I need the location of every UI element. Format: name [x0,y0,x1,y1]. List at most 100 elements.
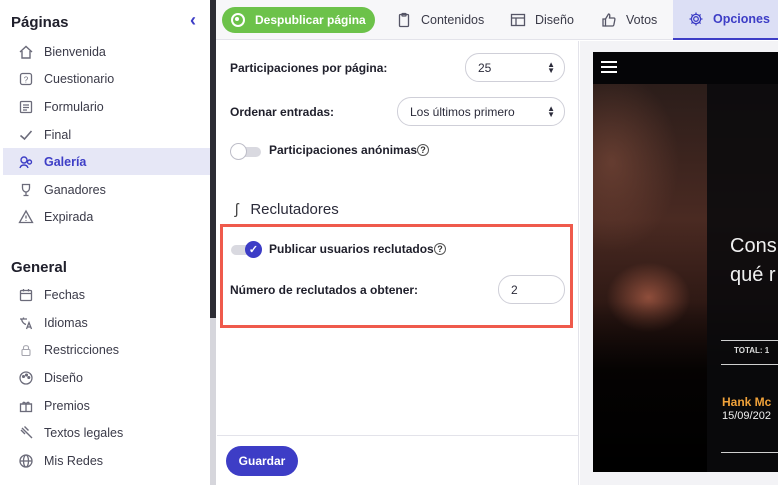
sidebar-item-label: Ganadores [44,182,106,197]
order-select[interactable]: Los últimos primero ▲ ▼ [397,97,565,126]
translate-icon [17,314,35,332]
sidebar-item-label: Premios [44,398,90,413]
divider [721,364,778,365]
sidebar-item-label: Textos legales [44,425,124,440]
top-toolbar: Despublicar página Contenidos Diseño Vot… [216,0,778,40]
sidebar-item-label: Expirada [44,209,94,224]
question-icon: ? [17,70,35,88]
sidebar-item-fechas[interactable]: Fechas [3,281,211,308]
pages-section-title: Páginas [11,14,69,31]
hook-icon: ʃ [235,201,239,218]
sidebar-item-bienvenida[interactable]: Bienvenida [3,38,211,65]
unpublish-button[interactable]: Despublicar página [222,7,375,33]
sidebar-item-label: Mis Redes [44,453,104,468]
gallery-icon [17,153,35,171]
sidebar-scrollbar-thumb[interactable] [210,0,216,318]
tab-votos[interactable]: Votos [601,0,657,40]
tab-label: Diseño [535,13,574,27]
sidebar-item-final[interactable]: Final [3,121,211,148]
order-label: Ordenar entradas: [230,105,335,119]
clipboard-icon [398,12,410,28]
tab-opciones[interactable]: Opciones [673,0,778,40]
sidebar-item-label: Fechas [44,287,85,302]
sidebar-item-restricciones[interactable]: Restricciones [3,336,211,363]
sidebar-item-label: Idiomas [44,315,88,330]
calendar-icon [17,286,35,304]
sidebar-item-idiomas[interactable]: Idiomas [3,309,211,336]
toggle-knob [230,143,247,160]
sidebar-item-label: Restricciones [44,342,120,357]
divider [721,452,778,453]
gear-icon [689,12,703,26]
general-section-title: General [11,259,67,276]
preview-entry-name: Hank Mc [722,395,772,409]
help-icon[interactable]: ? [417,144,429,156]
recruiters-heading: ʃ Reclutadores [235,201,339,218]
preview-total: TOTAL: 1 [734,346,770,355]
trophy-icon [17,181,35,199]
publish-recruited-toggle[interactable]: ✓ [231,241,262,258]
collapse-sidebar-icon[interactable]: ‹ [190,11,206,29]
page-preview[interactable]: Cons qué r TOTAL: 1 Hank Mc 15/09/202 [593,52,778,472]
tab-contenidos[interactable]: Contenidos [396,0,484,40]
sidebar-scrollbar-track[interactable] [210,318,216,485]
gift-icon [17,397,35,415]
sidebar-item-label: Final [44,127,72,142]
options-panel: Participaciones por página: 25 ▲ ▼ Ordena… [217,41,579,485]
sidebar-item-label: Cuestionario [44,71,115,86]
warning-icon [17,208,35,226]
sidebar-item-expirada[interactable]: Expirada [3,203,211,230]
sidebar-item-label: Galería [44,154,87,169]
sidebar-item-premios[interactable]: Premios [3,392,211,419]
save-button[interactable]: Guardar [226,446,298,476]
check-icon: ✓ [245,241,262,258]
check-icon [17,126,35,144]
sidebar-item-label: Formulario [44,99,104,114]
thumbs-up-icon [602,13,616,27]
preview-entry-date: 15/09/202 [722,410,771,422]
per-page-label: Participaciones por página: [230,61,388,75]
unpublish-label: Despublicar página [255,13,366,27]
eye-off-icon [231,13,245,27]
sidebar: Páginas ‹ Bienvenida ? Cuestionario Form… [0,0,211,485]
recruiters-title: Reclutadores [250,201,339,218]
recruit-count-input[interactable]: 2 [498,275,565,304]
select-caret-icon: ▲ ▼ [547,60,555,75]
sidebar-item-formulario[interactable]: Formulario [3,93,211,120]
tab-label: Opciones [713,12,770,26]
per-page-value: 25 [478,60,492,75]
form-icon [17,98,35,116]
preview-headline-1: Cons [730,235,777,257]
sidebar-item-cuestionario[interactable]: ? Cuestionario [3,65,211,92]
help-icon[interactable]: ? [434,243,446,255]
tab-label: Contenidos [421,13,485,27]
sidebar-item-textos-legales[interactable]: Textos legales [3,419,211,446]
sidebar-item-label: Bienvenida [44,44,106,59]
layout-icon [510,13,526,27]
tab-label: Votos [626,13,658,27]
svg-text:?: ? [24,75,29,84]
globe-icon [17,452,35,470]
anonymous-label: Participaciones anónimas [269,143,418,157]
home-icon [17,43,35,61]
panel-footer: Guardar [217,435,579,485]
anonymous-toggle[interactable] [230,143,261,160]
order-value: Los últimos primero [410,104,515,119]
sidebar-item-galeria[interactable]: Galería [3,148,211,175]
sidebar-item-label: Diseño [44,370,83,385]
preview-headline-2: qué r [730,264,776,286]
preview-navbar [593,52,778,84]
menu-icon[interactable] [601,61,617,73]
recruit-count-label: Número de reclutados a obtener: [230,283,419,297]
divider [721,340,778,341]
sidebar-item-diseno[interactable]: Diseño [3,364,211,391]
sidebar-item-ganadores[interactable]: Ganadores [3,176,211,203]
recruit-count-value: 2 [511,282,518,297]
select-caret-icon: ▲ ▼ [547,104,555,119]
sidebar-item-mis-redes[interactable]: Mis Redes [3,447,211,474]
gavel-icon [17,424,35,442]
tab-diseno[interactable]: Diseño [510,0,574,40]
lock-icon [17,341,35,359]
palette-icon [17,369,35,387]
per-page-select[interactable]: 25 ▲ ▼ [465,53,565,82]
